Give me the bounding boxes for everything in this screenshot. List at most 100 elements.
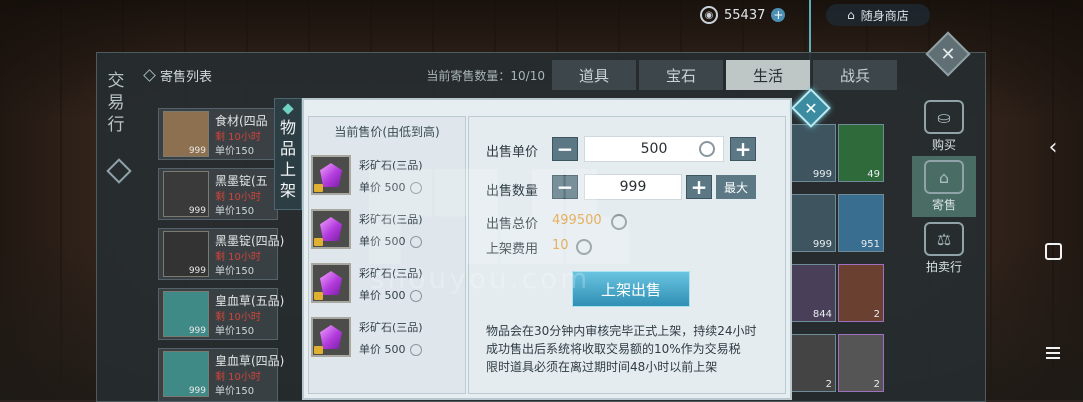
currency-display: ◉ 55437 +: [700, 2, 786, 28]
gem-icon: [320, 217, 342, 241]
side-button-label: 寄售: [931, 198, 956, 212]
price-list-item[interactable]: 彩矿石(三品) 单价 500: [311, 155, 461, 201]
back-icon[interactable]: ‹: [1036, 132, 1070, 162]
listing-row[interactable]: 999 食材(四品 剩 10小时 单价150: [158, 108, 278, 160]
currency-amount: 55437: [724, 7, 766, 23]
cart-icon: ⛀: [924, 100, 964, 134]
item-qty: 999: [188, 146, 206, 156]
inventory-slot[interactable]: 2: [838, 334, 884, 392]
inventory-slot[interactable]: 999: [790, 124, 836, 182]
price-label: 单价: [359, 181, 381, 194]
unit-price-plus-button[interactable]: +: [730, 137, 756, 161]
listing-title: 寄售列表: [160, 69, 213, 85]
lock-icon: [314, 238, 323, 246]
coin-icon: [699, 141, 715, 157]
item-price: 单价 500: [359, 233, 422, 249]
lock-icon: [314, 292, 323, 300]
slot-qty: 2: [873, 309, 880, 320]
listing-fee-value: 10: [552, 238, 569, 253]
item-qty: 999: [188, 206, 206, 216]
price-list-item[interactable]: 彩矿石(三品) 单价 500: [311, 263, 461, 309]
current-price-list: 当前售价(由低到高) 彩矿石(三品) 单价 500 彩矿石(三品) 单价 500…: [308, 116, 466, 394]
slot-qty: 49: [867, 169, 880, 180]
listing-row[interactable]: 999 皇血草(四品) 剩 10小时 单价150: [158, 348, 284, 402]
price-value: 500: [384, 289, 406, 302]
item-time-left: 剩 10小时: [215, 252, 261, 263]
slot-qty: 844: [812, 309, 832, 320]
item-name: 黑墨锭(五: [215, 174, 268, 188]
menu-icon[interactable]: [1036, 338, 1070, 368]
quantity-input[interactable]: 999: [584, 174, 682, 200]
tab-weapons[interactable]: 战兵: [813, 60, 897, 90]
item-time-left: 剩 10小时: [215, 132, 261, 143]
notice-line: 限时道具必须在离过期时间48小时以前上架: [486, 360, 718, 374]
listing-row[interactable]: 999 黑墨锭(五 剩 10小时 单价150: [158, 168, 278, 220]
diamond-icon: [143, 68, 156, 82]
inventory-slot[interactable]: 951: [838, 194, 884, 252]
plus-icon: +: [690, 175, 708, 199]
listing-count: 当前寄售数量：10/10: [426, 68, 545, 83]
quantity-plus-button[interactable]: +: [686, 175, 712, 199]
home-icon[interactable]: [1036, 236, 1070, 266]
shop-icon: ⌂: [847, 8, 855, 22]
side-button-label: 拍卖行: [925, 260, 962, 274]
item-qty: 999: [188, 266, 206, 276]
tab-items[interactable]: 道具: [552, 60, 636, 90]
listing-row[interactable]: 999 黑墨锭(四品) 剩 10小时 单价150: [158, 228, 284, 280]
inventory-slot[interactable]: 2: [838, 264, 884, 322]
price-list-item[interactable]: 彩矿石(三品) 单价 500: [311, 209, 461, 255]
list-for-sale-button[interactable]: 上架出售: [572, 271, 690, 307]
inventory-slot[interactable]: 49: [838, 124, 884, 182]
item-price: 单价150: [215, 386, 255, 397]
portable-shop-button[interactable]: ⌂ 随身商店: [826, 4, 930, 26]
gem-icon: [320, 163, 342, 187]
gem-icon: [320, 325, 342, 349]
coin-icon: ◉: [700, 6, 718, 24]
unit-price-label: 出售单价: [486, 145, 539, 160]
inventory-slot[interactable]: 999: [790, 194, 836, 252]
category-tabs: 道具 宝石 生活 战兵: [552, 60, 897, 90]
item-price: 单价 500: [359, 287, 422, 303]
coin-icon: [409, 344, 422, 356]
max-quantity-button[interactable]: 最大: [716, 175, 756, 199]
item-thumbnail: 999: [163, 351, 209, 397]
inventory-slot[interactable]: 844: [790, 264, 836, 322]
item-time-left: 剩 10小时: [215, 192, 261, 203]
add-currency-button[interactable]: +: [771, 8, 786, 22]
side-button-auction[interactable]: ⚖ 拍卖行: [912, 222, 976, 275]
coin-icon: [611, 214, 627, 230]
tab-title-char: 物: [279, 118, 296, 137]
quantity-label: 出售数量: [486, 184, 539, 199]
minus-icon: −: [556, 137, 574, 161]
item-price: 单价150: [215, 206, 255, 217]
inventory-slot[interactable]: 2: [790, 334, 836, 392]
item-thumbnail: [311, 155, 351, 195]
side-title-char: 交: [107, 71, 125, 91]
price-list-item[interactable]: 彩矿石(三品) 单价 500: [311, 317, 461, 363]
unit-price-minus-button[interactable]: −: [552, 137, 578, 161]
listing-row[interactable]: 999 皇血草(五品) 剩 10小时 单价150: [158, 288, 284, 340]
coin-icon: [409, 182, 422, 194]
total-price-label: 出售总价: [486, 217, 539, 232]
side-button-consign[interactable]: ⌂ 寄售: [912, 156, 976, 217]
market-side-title: 交 易 行: [100, 70, 132, 136]
price-value: 500: [384, 343, 406, 356]
price-label: 单价: [359, 343, 381, 356]
side-title-char: 行: [107, 115, 125, 135]
price-value: 500: [384, 181, 406, 194]
plus-icon: +: [734, 137, 752, 161]
tab-life[interactable]: 生活: [726, 60, 810, 90]
coin-icon: [576, 239, 592, 255]
side-button-buy[interactable]: ⛀ 购买: [912, 100, 976, 153]
item-name: 彩矿石(三品): [359, 321, 423, 334]
notice-line: 物品会在30分钟内审核完毕正式上架，持续24小时: [486, 324, 757, 338]
minus-icon: −: [556, 175, 574, 199]
item-thumbnail: 999: [163, 291, 209, 337]
item-thumbnail: 999: [163, 171, 209, 217]
slot-qty: 999: [812, 239, 832, 250]
gem-icon: [320, 271, 342, 295]
item-name: 彩矿石(三品): [359, 159, 423, 172]
item-price: 单价 500: [359, 179, 422, 195]
tab-gems[interactable]: 宝石: [639, 60, 723, 90]
quantity-minus-button[interactable]: −: [552, 175, 578, 199]
